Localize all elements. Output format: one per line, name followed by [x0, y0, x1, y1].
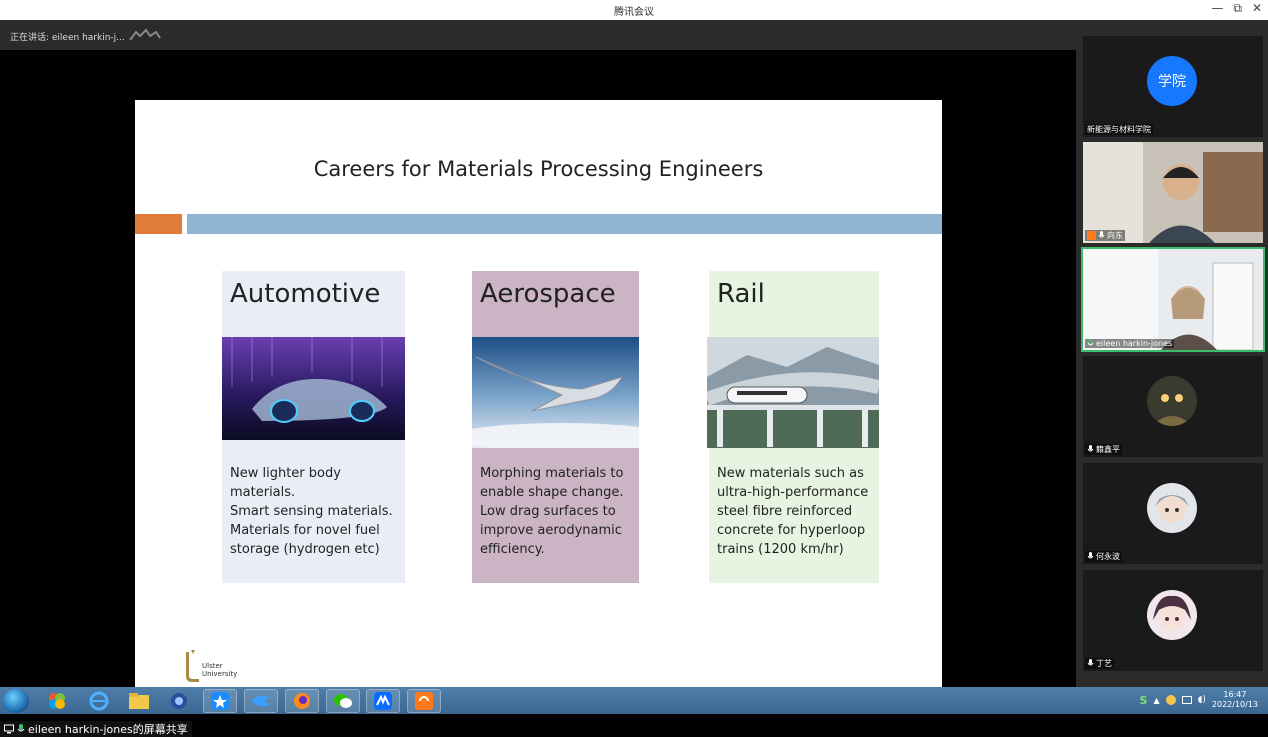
participant-name: 籍鑫平 — [1096, 445, 1120, 454]
card-rail: Rail New materials such as ultra-high-pe… — [707, 271, 879, 583]
presentation-slide: Careers for Materials Processing Enginee… — [135, 100, 942, 706]
microphone-icon — [1087, 445, 1094, 452]
firefox-icon[interactable] — [285, 689, 319, 713]
logo-mark-icon — [186, 650, 199, 682]
concept-car-image — [222, 337, 405, 440]
clock[interactable]: 16:47 2022/10/13 — [1212, 690, 1258, 710]
microphone-icon — [1087, 339, 1094, 346]
windows-taskbar: S ▲ ◖) 16:47 2022/10/13 — [0, 687, 1268, 714]
shared-screen-area: Careers for Materials Processing Enginee… — [0, 50, 1076, 737]
tray-app-icon[interactable] — [1165, 695, 1176, 705]
card-title: Aerospace — [480, 279, 616, 309]
volume-icon[interactable]: ◖) — [1198, 695, 1206, 705]
sogou-input-icon[interactable]: S — [1140, 694, 1148, 707]
participant-avatar — [1147, 590, 1197, 640]
system-tray: S ▲ ◖) 16:47 2022/10/13 — [1140, 690, 1258, 710]
tray-expand-icon[interactable]: ▲ — [1153, 696, 1159, 705]
window-titlebar: 腾讯会议 — ⧉ ✕ — [0, 0, 1268, 20]
card-description: New materials such as ultra-high-perform… — [717, 466, 869, 557]
media-app-icon[interactable] — [40, 689, 74, 713]
speaking-indicator: 正在讲话: eileen harkin-j... — [10, 33, 125, 43]
participant-tile[interactable]: 学院 新能源与材料学院 — [1083, 36, 1263, 137]
ulster-university-logo: Ulster University — [183, 650, 253, 684]
participant-name: 新能源与材料学院 — [1087, 125, 1151, 134]
participant-avatar: 学院 — [1147, 56, 1197, 106]
media-player-icon[interactable] — [162, 689, 196, 713]
signal-icon — [129, 28, 161, 41]
file-explorer-icon[interactable] — [122, 689, 156, 713]
participant-name: 向东 — [1107, 231, 1123, 240]
wechat-icon[interactable] — [326, 689, 360, 713]
participant-tile-active-speaker[interactable]: eileen harkin-jones — [1081, 247, 1265, 352]
slide-accent-orange — [135, 214, 182, 234]
host-icon — [1087, 231, 1096, 240]
share-owner-text: eileen harkin-jones的屏幕共享 — [28, 723, 188, 736]
tencent-meeting-icon[interactable] — [366, 689, 400, 713]
slide-title: Careers for Materials Processing Enginee… — [313, 157, 764, 181]
screen-icon — [4, 724, 14, 734]
screen-share-label: eileen harkin-jones的屏幕共享 — [0, 721, 192, 737]
card-title: Rail — [717, 279, 765, 309]
participant-video — [1083, 142, 1263, 243]
participant-tile[interactable]: 丁艺 — [1083, 570, 1263, 671]
network-icon[interactable] — [1181, 696, 1192, 704]
card-description: Morphing materials to enable shape chang… — [480, 466, 624, 557]
speaker-bar: 正在讲话: eileen harkin-j... — [0, 20, 1076, 50]
slide-accent-blue — [187, 214, 942, 234]
card-description: New lighter body materials. Smart sensin… — [230, 466, 393, 557]
internet-explorer-icon[interactable] — [82, 689, 116, 713]
microphone-icon — [17, 724, 25, 732]
app-bird-icon[interactable] — [244, 689, 278, 713]
participants-panel: 学院 新能源与材料学院 向东 eileen harkin-jones 籍鑫平 何… — [1076, 20, 1268, 687]
app-star-icon[interactable] — [203, 689, 237, 713]
participant-name: 丁艺 — [1096, 659, 1112, 668]
participant-video — [1083, 249, 1263, 350]
participant-tile[interactable]: 何永波 — [1083, 463, 1263, 564]
participant-tile[interactable]: 向东 — [1083, 142, 1263, 243]
microphone-icon — [1087, 659, 1094, 666]
microphone-icon — [1087, 552, 1094, 559]
logo-text: Ulster University — [202, 662, 238, 678]
clock-time: 16:47 — [1223, 690, 1247, 699]
microphone-icon — [1098, 231, 1105, 238]
window-title: 腾讯会议 — [614, 7, 654, 18]
card-title: Automotive — [230, 279, 381, 309]
participant-tile[interactable]: 籍鑫平 — [1083, 356, 1263, 457]
participant-name: eileen harkin-jones — [1096, 339, 1173, 348]
clock-date: 2022/10/13 — [1211, 700, 1258, 709]
participant-avatar — [1147, 483, 1197, 533]
minimize-button[interactable]: — — [1211, 1, 1223, 16]
aircraft-image — [472, 337, 639, 448]
card-automotive: Automotive New lighter body materials. S… — [222, 271, 405, 583]
close-button[interactable]: ✕ — [1252, 1, 1262, 16]
app-orange-icon[interactable] — [407, 689, 441, 713]
card-aerospace: Aerospace Morphing materials to enable s… — [472, 271, 639, 583]
restore-button[interactable]: ⧉ — [1233, 1, 1242, 16]
start-button[interactable] — [3, 689, 29, 713]
hyperloop-train-image — [707, 337, 879, 448]
participant-name: 何永波 — [1096, 552, 1120, 561]
participant-avatar — [1147, 376, 1197, 426]
